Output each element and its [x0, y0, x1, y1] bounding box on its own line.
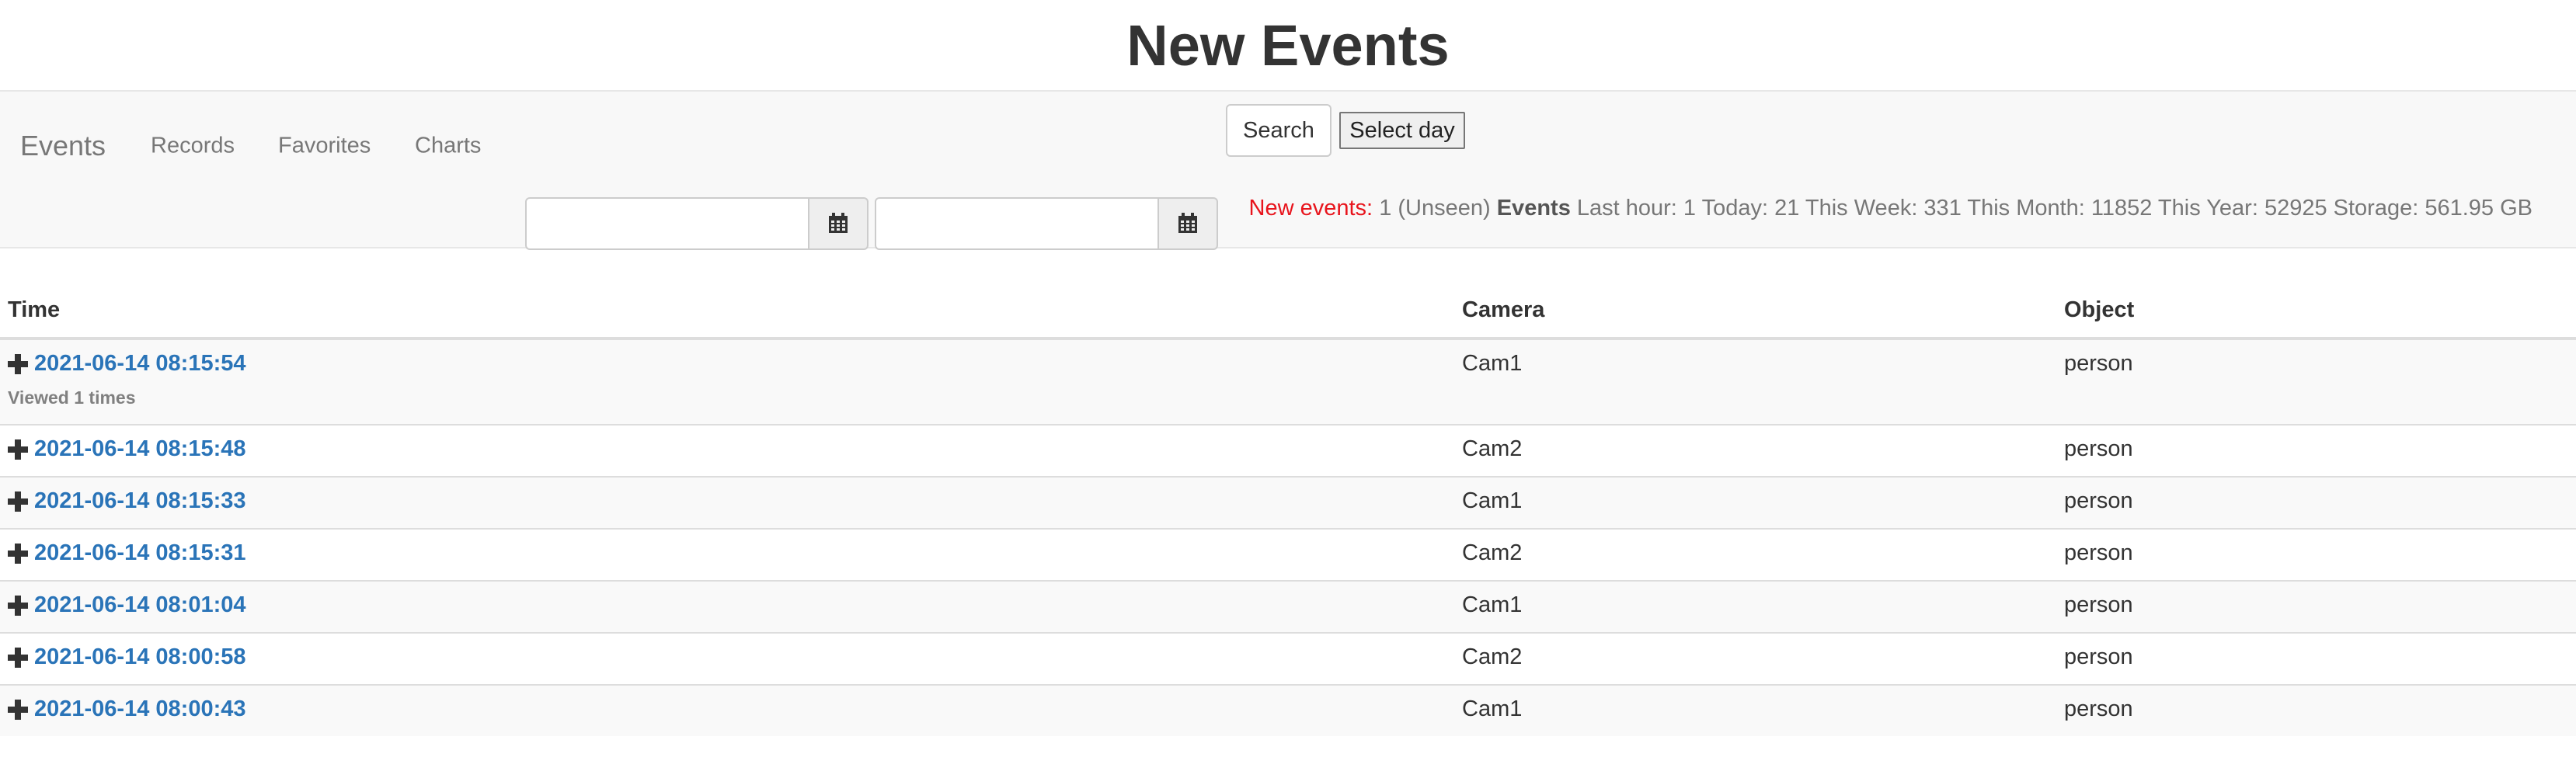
viewed-count: Viewed 1 times [8, 387, 136, 408]
events-table-container: Time Camera Object 2021-06-14 08:15:54 V… [0, 248, 2576, 736]
select-day-button[interactable]: Select day [1339, 112, 1465, 149]
object-cell: person [2056, 632, 2576, 685]
plus-icon[interactable] [8, 595, 28, 616]
time-cell: 2021-06-14 08:15:31 [0, 528, 1454, 581]
plus-icon[interactable] [8, 353, 28, 374]
object-cell: person [2056, 528, 2576, 581]
camera-cell: Cam1 [1454, 580, 2056, 633]
object-cell: person [2056, 684, 2576, 736]
event-stats: New events: 1 (Unseen) Events Last hour:… [1249, 196, 2532, 221]
table-row: 2021-06-14 08:01:04 Cam1 person [0, 580, 2576, 633]
camera-cell: Cam1 [1454, 338, 2056, 425]
events-stats-label: Events [1496, 196, 1571, 221]
plus-icon[interactable] [8, 439, 28, 460]
table-row: 2021-06-14 08:15:54 Viewed 1 times Cam1 … [0, 338, 2576, 425]
table-row: 2021-06-14 08:15:31 Cam2 person [0, 528, 2576, 581]
column-header-camera[interactable]: Camera [1454, 248, 2056, 340]
event-time-link[interactable]: 2021-06-14 08:15:31 [34, 540, 245, 566]
time-cell: 2021-06-14 08:15:48 [0, 424, 1454, 477]
column-header-time[interactable]: Time [0, 248, 1454, 340]
table-row: 2021-06-14 08:15:33 Cam1 person [0, 476, 2576, 529]
time-cell: 2021-06-14 08:01:04 [0, 580, 1454, 633]
camera-cell: Cam2 [1454, 632, 2056, 685]
page-title: New Events [0, 0, 2576, 92]
event-time-link[interactable]: 2021-06-14 08:00:43 [34, 696, 245, 722]
date-to-input[interactable] [875, 197, 1157, 250]
event-time-link[interactable]: 2021-06-14 08:15:48 [34, 436, 245, 462]
time-cell: 2021-06-14 08:15:33 [0, 476, 1454, 529]
events-table: Time Camera Object 2021-06-14 08:15:54 V… [0, 248, 2576, 736]
event-time-link[interactable]: 2021-06-14 08:01:04 [34, 592, 245, 618]
column-header-object[interactable]: Object [2056, 248, 2576, 340]
date-from-calendar-button[interactable] [808, 197, 869, 250]
calendar-icon [1178, 213, 1197, 233]
object-cell: person [2056, 338, 2576, 425]
search-button[interactable]: Search [1226, 104, 1332, 157]
camera-cell: Cam2 [1454, 528, 2056, 581]
object-cell: person [2056, 424, 2576, 477]
navbar: Events Records Favorites Charts Search S… [0, 92, 2576, 250]
time-cell: 2021-06-14 08:00:58 [0, 632, 1454, 685]
event-time-link[interactable]: 2021-06-14 08:00:58 [34, 644, 245, 670]
plus-icon[interactable] [8, 543, 28, 564]
date-from-group [525, 197, 869, 250]
nav-link-favorites[interactable]: Favorites [278, 134, 371, 159]
time-cell: 2021-06-14 08:00:43 [0, 684, 1454, 736]
time-cell: 2021-06-14 08:15:54 Viewed 1 times [0, 338, 1454, 425]
new-events-label[interactable]: New events: [1249, 196, 1373, 221]
table-header-row: Time Camera Object [0, 248, 2576, 340]
plus-icon[interactable] [8, 699, 28, 720]
object-cell: person [2056, 476, 2576, 529]
date-to-group [875, 197, 1218, 250]
date-to-calendar-button[interactable] [1157, 197, 1218, 250]
plus-icon[interactable] [8, 491, 28, 512]
camera-cell: Cam1 [1454, 476, 2056, 529]
event-time-link[interactable]: 2021-06-14 08:15:54 [34, 351, 245, 377]
navbar-brand[interactable]: Events [20, 130, 106, 162]
events-stats-summary: Last hour: 1 Today: 21 This Week: 331 Th… [1576, 196, 2532, 221]
table-row: 2021-06-14 08:00:58 Cam2 person [0, 632, 2576, 685]
plus-icon[interactable] [8, 647, 28, 668]
object-cell: person [2056, 580, 2576, 633]
event-time-link[interactable]: 2021-06-14 08:15:33 [34, 488, 245, 514]
table-row: 2021-06-14 08:15:48 Cam2 person [0, 424, 2576, 477]
date-from-input[interactable] [525, 197, 808, 250]
nav-link-charts[interactable]: Charts [415, 134, 481, 159]
camera-cell: Cam1 [1454, 684, 2056, 736]
camera-cell: Cam2 [1454, 424, 2056, 477]
nav-link-records[interactable]: Records [151, 134, 235, 159]
table-row: 2021-06-14 08:00:43 Cam1 person [0, 684, 2576, 736]
calendar-icon [829, 213, 848, 233]
new-events-count: 1 (Unseen) [1379, 196, 1491, 221]
